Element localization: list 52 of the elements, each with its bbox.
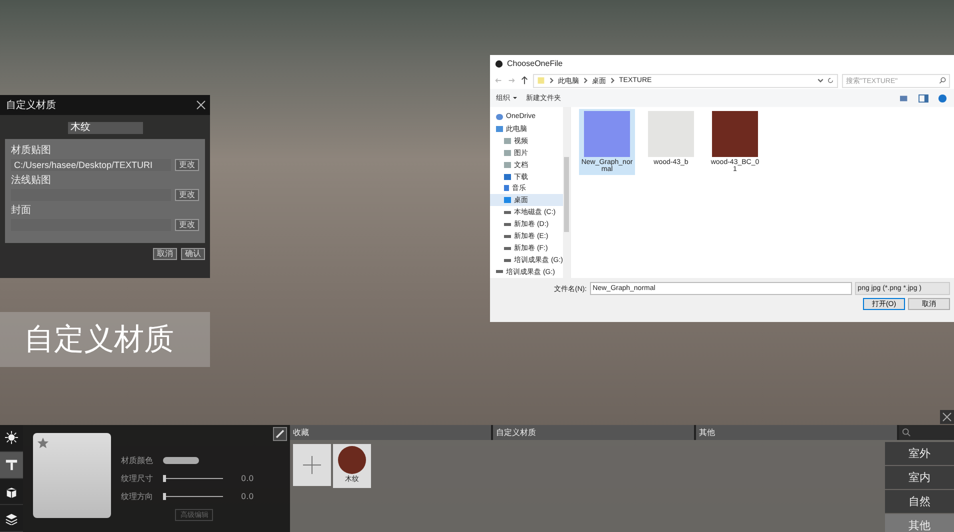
- app-icon: [495, 60, 503, 68]
- scene-category-button[interactable]: 其他: [885, 514, 954, 532]
- category-tab[interactable]: 自定义材质: [493, 425, 696, 440]
- slider-thumb[interactable]: [163, 492, 166, 500]
- category-tab[interactable]: 收藏: [290, 425, 493, 440]
- dialog-button[interactable]: 取消: [153, 248, 177, 260]
- tool-tab[interactable]: [0, 452, 23, 478]
- section-label: 材质贴图: [11, 144, 52, 157]
- mode-label: 自定义材质: [0, 312, 210, 367]
- view-icon[interactable]: [899, 94, 910, 102]
- change-button[interactable]: 更改: [175, 159, 199, 171]
- dialog-button[interactable]: 确认: [181, 248, 205, 260]
- layers-icon: [5, 512, 18, 525]
- close-icon[interactable]: [940, 410, 954, 424]
- material-name-field[interactable]: 木纹: [68, 122, 142, 134]
- up-icon[interactable]: [520, 76, 529, 85]
- close-icon[interactable]: [196, 100, 206, 110]
- search-icon: [939, 77, 946, 84]
- paint-roller-icon: [5, 458, 18, 472]
- sun-icon: [5, 431, 18, 444]
- star-icon[interactable]: [37, 437, 49, 449]
- plus-icon: [302, 455, 322, 475]
- scene-category-button[interactable]: 室内: [885, 466, 954, 489]
- pane-icon[interactable]: [918, 94, 929, 102]
- section-label: 封面: [11, 204, 32, 217]
- path-field: C:/Users/hasee/Desktop/TEXTURI: [11, 159, 171, 171]
- refresh-icon[interactable]: [827, 77, 834, 84]
- property-label: 纹理尺寸: [121, 472, 154, 484]
- category-tab[interactable]: 其他: [696, 425, 899, 440]
- folder-icon: [537, 76, 545, 85]
- change-button[interactable]: 更改: [175, 219, 199, 231]
- scene-category-button[interactable]: 自然: [885, 490, 954, 513]
- add-material-button[interactable]: [293, 444, 331, 486]
- scene-category-button[interactable]: 室外: [885, 442, 954, 465]
- slider-thumb[interactable]: [163, 474, 166, 482]
- chevron-icon: [609, 77, 616, 84]
- slider-value: 0.0: [241, 492, 254, 500]
- pencil-icon[interactable]: [273, 427, 287, 441]
- chevron-icon: [582, 77, 589, 84]
- section-label: 法线贴图: [11, 174, 52, 187]
- property-label: 材质颜色: [121, 454, 154, 466]
- dialog-title: ChooseOneFile: [507, 59, 563, 68]
- search-icon: [902, 428, 911, 437]
- change-button[interactable]: 更改: [175, 189, 199, 201]
- slider-value: 0.0: [241, 474, 254, 482]
- dialog-title: 自定义材质: [6, 98, 56, 112]
- chevron-icon: [548, 77, 555, 84]
- color-swatch[interactable]: [163, 456, 199, 464]
- dropdown-icon[interactable]: [817, 77, 824, 84]
- search-field[interactable]: [899, 425, 954, 440]
- scrollbar[interactable]: [563, 107, 570, 278]
- property-label: 纹理方向: [121, 490, 154, 502]
